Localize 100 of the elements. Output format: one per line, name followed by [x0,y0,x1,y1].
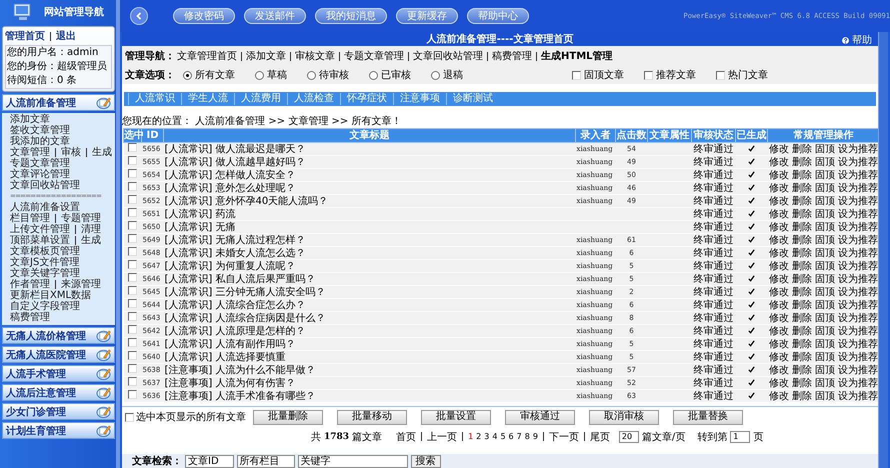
sidebar-section-header[interactable]: 无痛人流价格管理 [2,327,115,344]
page-link[interactable]: 1 [468,432,474,441]
action-link[interactable]: 设为推荐 [838,156,878,168]
nav-link[interactable]: 文章回收站管理 [413,49,483,63]
sidebar-link[interactable]: 文章JS文件管理 [10,257,80,268]
action-link[interactable]: 设为推荐 [838,222,878,232]
action-link[interactable]: 设为推荐 [838,248,878,258]
last-page-link[interactable]: 尾页 [590,430,610,444]
page-link[interactable]: 3 [484,432,490,441]
first-page-link[interactable]: 首页 [396,430,416,444]
article-title[interactable]: [人流常识] 无痛 [164,222,236,232]
checkbox[interactable] [128,182,137,191]
action-link[interactable]: 设为推荐 [838,196,878,206]
action-link[interactable]: 修改 [769,182,789,194]
action-link[interactable]: 设为推荐 [838,170,878,180]
action-link[interactable]: 删除 [792,326,812,336]
checkbox[interactable] [128,260,137,269]
action-link[interactable]: 删除 [792,234,812,246]
action-link[interactable]: 设为推荐 [838,234,878,246]
action-link[interactable]: 设为推荐 [838,312,878,324]
sidebar-link[interactable]: 文章回收站管理 [10,180,80,191]
action-link[interactable]: 修改 [769,208,789,220]
action-link[interactable]: 固顶 [815,222,835,232]
sidebar-link[interactable]: 顶部菜单设置 [10,235,70,246]
sidebar-link[interactable]: 自定义字段管理 [10,301,80,312]
action-link[interactable]: 删除 [792,352,812,362]
action-link[interactable]: 设为推荐 [838,286,878,298]
back-button[interactable] [130,7,148,25]
sidebar-link[interactable]: 文章评论管理 [10,169,70,180]
checkbox[interactable] [128,156,137,165]
action-link[interactable]: 固顶 [815,378,835,388]
action-link[interactable]: 修改 [769,378,789,388]
help-link[interactable]: 帮助 [841,33,872,47]
action-link[interactable]: 固顶 [815,208,835,220]
nav-link[interactable]: 稿费管理 [492,49,532,63]
category-select[interactable]: 所有栏目 [236,454,295,468]
page-link[interactable]: 9 [532,432,538,441]
action-link[interactable]: 固顶 [815,234,835,246]
action-link[interactable]: 删除 [792,156,812,168]
action-link[interactable]: 修改 [769,260,789,272]
nav-link[interactable]: 生成HTML管理 [541,49,613,63]
action-link[interactable]: 固顶 [815,312,835,324]
action-link[interactable]: 修改 [769,312,789,324]
action-link[interactable]: 删除 [792,144,812,154]
batch-button[interactable]: 批量删除 [253,410,323,424]
action-link[interactable]: 修改 [769,390,789,402]
scrollbar[interactable] [878,32,888,468]
nav-link[interactable]: 专题文章管理 [344,49,404,63]
action-link[interactable]: 修改 [769,300,789,310]
action-link[interactable]: 设为推荐 [838,378,878,388]
action-link[interactable]: 删除 [792,196,812,206]
sidebar-link[interactable]: 审核 [61,147,81,158]
action-link[interactable]: 固顶 [815,364,835,376]
user-link[interactable]: 管理首页 [5,29,45,43]
action-link[interactable]: 设为推荐 [838,352,878,362]
sidebar-link[interactable]: 我添加的文章 [10,136,70,147]
action-link[interactable]: 删除 [792,300,812,310]
action-link[interactable]: 设为推荐 [838,260,878,272]
action-link[interactable]: 修改 [769,144,789,154]
nav-link[interactable]: 审核文章 [295,49,335,63]
action-link[interactable]: 固顶 [815,352,835,362]
action-link[interactable]: 设为推荐 [838,338,878,350]
sidebar-link[interactable]: 添加文章 [10,114,50,125]
checkbox[interactable] [128,195,137,204]
action-link[interactable]: 固顶 [815,196,835,206]
action-link[interactable]: 固顶 [815,260,835,272]
action-link[interactable]: 修改 [769,286,789,298]
checkbox[interactable] [128,208,137,217]
radio-button[interactable] [307,70,316,80]
action-link[interactable]: 固顶 [815,326,835,336]
action-link[interactable]: 设为推荐 [838,182,878,194]
next-page-link[interactable]: 下一页 [548,430,579,444]
sidebar-link[interactable]: 稿费管理 [10,312,50,323]
search-button[interactable]: 搜索 [410,454,441,468]
sidebar-section-header[interactable]: 人流后注意管理 [2,384,115,401]
sidebar-link[interactable]: 清理 [81,224,101,235]
action-link[interactable]: 固顶 [815,144,835,154]
checkbox[interactable] [128,299,137,308]
action-link[interactable]: 设为推荐 [838,390,878,402]
page-link[interactable]: 8 [524,432,530,441]
action-link[interactable]: 删除 [792,338,812,350]
page-link[interactable]: 6 [508,432,514,441]
action-link[interactable]: 删除 [792,364,812,376]
batch-button[interactable]: 取消审核 [589,410,659,424]
sidebar-link[interactable]: 生成 [92,147,112,158]
checkbox[interactable] [128,325,137,334]
field-select[interactable]: 文章ID [185,454,234,468]
action-link[interactable]: 删除 [792,390,812,402]
sidebar-link[interactable]: 文章管理 [10,147,50,158]
action-link[interactable]: 修改 [769,326,789,336]
page-link[interactable]: 7 [516,432,522,441]
checkbox[interactable] [128,143,137,152]
action-link[interactable]: 删除 [792,182,812,194]
action-link[interactable]: 固顶 [815,156,835,168]
action-link[interactable]: 删除 [792,312,812,324]
action-link[interactable]: 删除 [792,286,812,298]
sidebar-section-header[interactable]: 人流手术管理 [2,365,115,382]
goto-page-field[interactable]: 1 [730,430,750,442]
action-link[interactable]: 修改 [769,248,789,258]
checkbox[interactable] [716,70,725,80]
